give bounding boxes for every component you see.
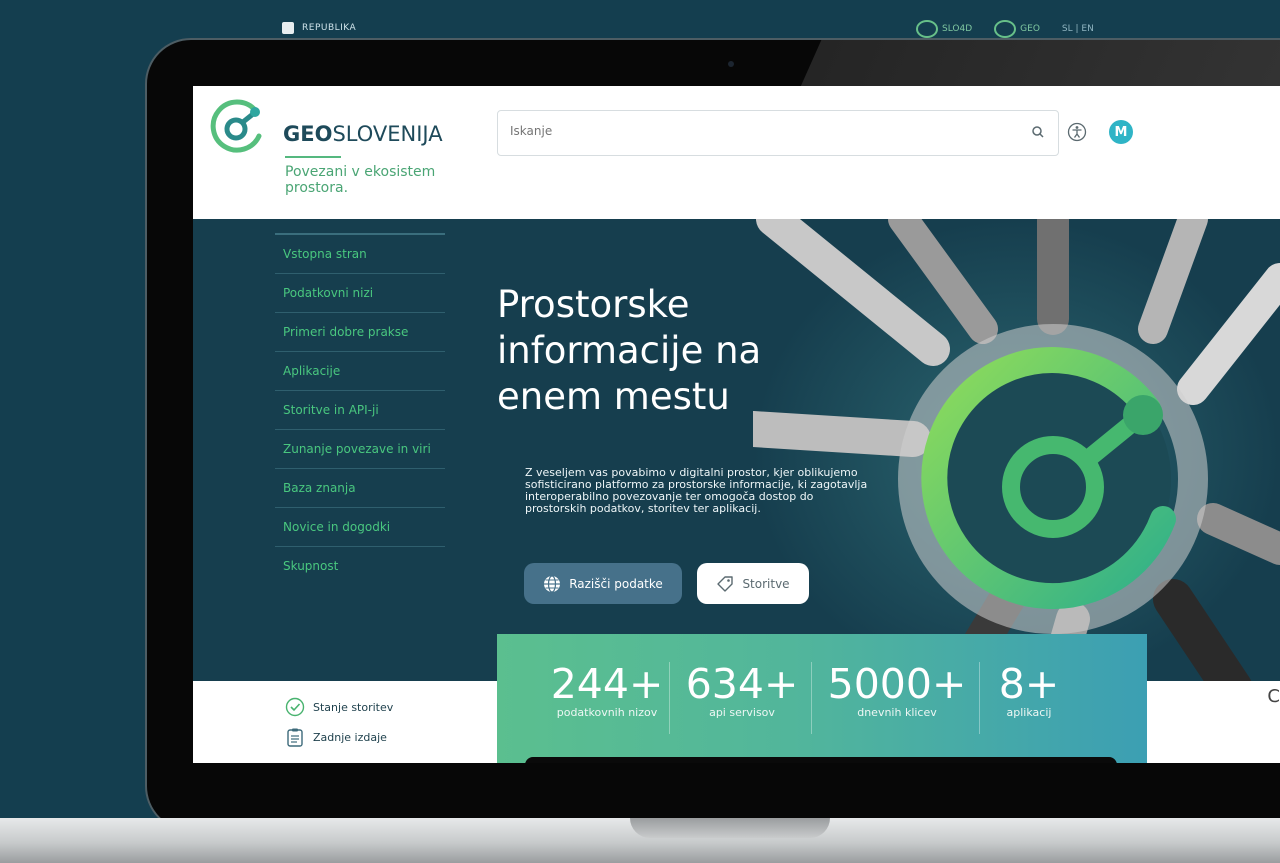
partner-slo4d[interactable]: SLO4D xyxy=(916,20,972,38)
stat-calls-number: 5000+ xyxy=(827,660,967,708)
stats-panel: 244+ podatkovnih nizov 634+ api servisov… xyxy=(497,634,1147,763)
services-button[interactable]: Storitve xyxy=(697,563,809,604)
check-circle-icon xyxy=(285,697,305,717)
stat-api-number: 634+ xyxy=(685,660,799,708)
partner-slo4d-label: SLO4D xyxy=(942,24,973,34)
tag-icon xyxy=(717,575,734,592)
nav-item-zunanje-povezave[interactable]: Zunanje povezave in viri xyxy=(275,429,445,468)
last-releases-link[interactable]: Zadnje izdaje xyxy=(285,727,393,747)
nav-item-primeri-dobre-prakse[interactable]: Primeri dobre prakse xyxy=(275,312,445,351)
globe-icon xyxy=(544,574,561,593)
stat-datasets-label: podatkovnih nizov xyxy=(556,706,658,719)
partner-links: SLO4D GEO SL | EN xyxy=(916,20,1094,38)
search-input[interactable] xyxy=(508,123,1012,139)
stat-applications: 8+ aplikacij xyxy=(989,660,1069,720)
partner-ring-icon xyxy=(994,20,1017,38)
stat-apps-number: 8+ xyxy=(998,660,1060,708)
nav-item-podatkovni-nizi[interactable]: Podatkovni nizi xyxy=(275,273,445,312)
partner-ring-icon xyxy=(916,20,938,38)
stat-separator xyxy=(979,662,980,734)
search-icon[interactable] xyxy=(1030,124,1046,140)
accessibility-icon[interactable] xyxy=(1067,122,1087,142)
logo-underline xyxy=(285,156,341,158)
laptop-notch xyxy=(630,818,830,838)
status-links: Stanje storitev Zadnje izdaje xyxy=(285,697,393,747)
clipboard-icon xyxy=(287,728,303,747)
logo-title-bold: GEO xyxy=(283,122,333,146)
hero-description: Z veseljem vas povabimo v digitalni pros… xyxy=(525,466,868,515)
nav-item-storitve-in-api[interactable]: Storitve in API-ji xyxy=(275,390,445,429)
nav-item-aplikacije[interactable]: Aplikacije xyxy=(275,351,445,390)
nav-item-vstopna-stran[interactable]: Vstopna stran xyxy=(275,233,445,273)
stat-daily-calls: 5000+ dnevnih klicev xyxy=(817,660,977,720)
gov-label: REPUBLIKA xyxy=(302,23,357,33)
crest-icon xyxy=(282,22,294,34)
logo-title-rest: SLOVENIJA xyxy=(332,122,443,146)
sidebar-nav: Vstopna stran Podatkovni nizi Primeri do… xyxy=(275,233,445,585)
nav-item-skupnost[interactable]: Skupnost xyxy=(275,546,445,585)
last-releases-label: Zadnje izdaje xyxy=(313,730,387,744)
logo-title: GEOSLOVENIJA xyxy=(283,122,443,146)
explore-data-button[interactable]: Razišči podatke xyxy=(524,563,682,604)
geo-logo-icon xyxy=(210,99,262,153)
gov-logo: REPUBLIKA xyxy=(282,22,356,34)
stat-separator xyxy=(811,662,812,734)
user-avatar[interactable]: M xyxy=(1109,120,1133,144)
bezel-reflection xyxy=(800,40,1280,88)
laptop-screen: GEOSLOVENIJA Povezani v ekosistem prosto… xyxy=(193,86,1280,763)
stat-separator xyxy=(669,662,670,734)
nav-item-novice-in-dogodki[interactable]: Novice in dogodki xyxy=(275,507,445,546)
background-site-strip: REPUBLIKA SLO4D GEO SL | EN xyxy=(190,0,1280,40)
service-status-label: Stanje storitev xyxy=(313,700,394,714)
hero-title: Prostorske informacije na enem mestu xyxy=(497,283,762,418)
explore-data-label: Razišči podatke xyxy=(569,576,663,591)
services-label: Storitve xyxy=(742,576,790,591)
stat-datasets: 244+ podatkovnih nizov xyxy=(547,660,667,720)
stat-api-services: 634+ api servisov xyxy=(677,660,807,720)
stats-bottom-bar xyxy=(525,757,1117,763)
site-header: GEOSLOVENIJA Povezani v ekosistem prosto… xyxy=(193,86,1280,219)
camera-icon xyxy=(728,61,734,67)
partner-geo[interactable]: GEO xyxy=(994,20,1040,38)
logo-tagline: Povezani v ekosistem prostora. xyxy=(285,164,436,196)
service-status-link[interactable]: Stanje storitev xyxy=(285,697,393,717)
partner-geo-label: GEO xyxy=(1020,24,1040,34)
cut-off-text: C xyxy=(1267,686,1280,707)
nav-item-baza-znanja[interactable]: Baza znanja xyxy=(275,468,445,507)
search-box[interactable] xyxy=(497,110,1059,156)
stat-datasets-number: 244+ xyxy=(550,660,664,708)
language-switch[interactable]: SL | EN xyxy=(1062,24,1094,34)
